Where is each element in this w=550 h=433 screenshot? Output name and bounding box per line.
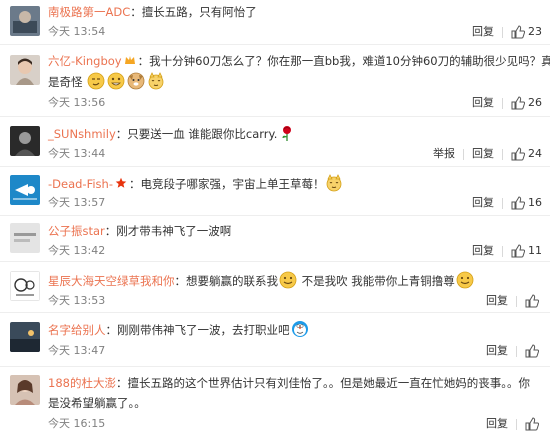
username[interactable]: 六亿-Kingboy: [48, 54, 122, 68]
thumbs-up-icon: [511, 147, 525, 161]
timestamp: 今天 13:44: [48, 147, 106, 160]
star-badge-icon: [115, 177, 127, 189]
reply-button[interactable]: 回复: [472, 244, 494, 258]
thumbs-up-icon: [525, 417, 539, 431]
username[interactable]: 南极路第一ADC: [48, 5, 130, 19]
timestamp: 今天 13:53: [48, 294, 106, 307]
thumbs-up-icon: [525, 294, 539, 308]
comment-text: ：只要送一血 谁能跟你比carry.: [115, 127, 278, 141]
comment-text: ：刚刚带伟神飞了一波，去打职业吧: [105, 323, 290, 337]
like-count: 23: [528, 25, 542, 38]
comment-text: ：擅长五路的这个世界估计只有刘佳怡了。。但是她最近一直在忙她妈的丧事。。你: [115, 376, 530, 390]
comment-text: ：刚才带韦神飞了一波啊: [104, 224, 232, 238]
avatar[interactable]: [10, 271, 40, 301]
reply-button[interactable]: 回复: [486, 294, 508, 308]
smile-emoji-icon: [279, 271, 297, 289]
action-divider: [502, 197, 503, 209]
crown-badge-icon: [124, 54, 136, 66]
reply-button[interactable]: 回复: [472, 147, 494, 161]
like-button[interactable]: 11: [511, 244, 542, 258]
action-divider: [502, 148, 503, 160]
comment-text-continued: 是没希望躺赢了。。: [48, 396, 146, 410]
like-count: 26: [528, 96, 542, 109]
comment-text-continued: 是奇怪: [48, 75, 83, 89]
like-button[interactable]: [525, 294, 542, 308]
username[interactable]: 名字给别人: [48, 323, 106, 337]
comment-item: 六亿-Kingboy ：我十分钟60刀怎么了？你在那一直bb我，难道10分钟60刀…: [0, 45, 550, 115]
reply-button[interactable]: 回复: [472, 196, 494, 210]
avatar[interactable]: [10, 223, 40, 253]
comment-text-continued: 不是我吹 我能带你上青铜撸尊: [298, 274, 455, 288]
like-count: 24: [528, 147, 542, 160]
smile-emoji-icon: [456, 271, 474, 289]
timestamp: 今天 13:54: [48, 25, 106, 38]
reply-button[interactable]: 回复: [472, 25, 494, 39]
comment-text: ：我十分钟60刀怎么了？你在那一直bb我，难道10分钟60刀的辅助很少见吗？真: [137, 54, 550, 68]
rose-icon: [278, 124, 296, 142]
avatar[interactable]: [10, 55, 40, 85]
action-divider: [463, 148, 464, 160]
thumbs-up-icon: [511, 96, 525, 110]
like-button[interactable]: 16: [511, 196, 542, 210]
timestamp: 今天 13:42: [48, 244, 106, 257]
like-count: 16: [528, 196, 542, 209]
username[interactable]: 188的杜大澎: [48, 376, 116, 390]
like-button[interactable]: 23: [511, 25, 542, 39]
action-divider: [516, 418, 517, 430]
avatar[interactable]: [10, 375, 40, 405]
avatar[interactable]: [10, 126, 40, 156]
reply-button[interactable]: 回复: [486, 344, 508, 358]
cat-emoji-icon: [147, 72, 165, 90]
action-divider: [502, 245, 503, 257]
avatar[interactable]: [10, 175, 40, 205]
like-button[interactable]: [525, 417, 542, 431]
like-button[interactable]: [525, 344, 542, 358]
doraemon-emoji-icon: [291, 320, 309, 338]
comment-item: 名字给别人：刚刚带伟神飞了一波，去打职业吧 今天 13:47 回复: [0, 313, 550, 365]
thumbs-up-icon: [525, 344, 539, 358]
comment-item: 188的杜大澎：擅长五路的这个世界估计只有刘佳怡了。。但是她最近一直在忙她妈的丧…: [0, 367, 550, 433]
reply-button[interactable]: 回复: [472, 96, 494, 110]
username[interactable]: 公子振star: [48, 224, 105, 238]
username[interactable]: 星辰大海天空绿草我和你: [48, 274, 175, 288]
comment-text: ：想要躺赢的联系我: [174, 274, 279, 288]
username[interactable]: -Dead-Fish-: [48, 177, 113, 191]
thumbs-up-icon: [511, 25, 525, 39]
doge-emoji-icon: [127, 72, 145, 90]
comment-item: 星辰大海天空绿草我和你：想要躺赢的联系我 不是我吹 我能带你上青铜撸尊 今天 1…: [0, 262, 550, 311]
reply-button[interactable]: 回复: [486, 417, 508, 431]
thumbs-up-icon: [511, 244, 525, 258]
smirk-emoji-icon: [87, 72, 105, 90]
avatar[interactable]: [10, 6, 40, 36]
like-count: 11: [528, 244, 542, 257]
action-divider: [516, 295, 517, 307]
action-divider: [502, 97, 503, 109]
like-button[interactable]: 26: [511, 96, 542, 110]
timestamp: 今天 16:15: [48, 417, 106, 430]
comment-item: -Dead-Fish- ：电竞段子哪家强，宇宙上单王草莓！ 今天 13:57 回复…: [0, 167, 550, 214]
action-divider: [502, 26, 503, 38]
username[interactable]: _SUNshmily: [48, 127, 116, 141]
action-divider: [516, 345, 517, 357]
report-button[interactable]: 举报: [433, 147, 455, 161]
comment-item: 公子振star：刚才带韦神飞了一波啊 今天 13:42 回复 11: [0, 216, 550, 260]
comment-text: ：擅长五路，只有阿怡了: [130, 5, 257, 19]
timestamp: 今天 13:56: [48, 96, 106, 109]
avatar[interactable]: [10, 322, 40, 352]
comment-item: 南极路第一ADC：擅长五路，只有阿怡了 今天 13:54 回复 23: [0, 0, 550, 42]
timestamp: 今天 13:57: [48, 196, 106, 209]
comment-item: _SUNshmily：只要送一血 谁能跟你比carry. 今天 13:44 举报…: [0, 117, 550, 165]
thumbs-up-icon: [511, 196, 525, 210]
comment-text: ：电竞段子哪家强，宇宙上单王草莓！: [128, 177, 325, 191]
timestamp: 今天 13:47: [48, 344, 106, 357]
grin-emoji-icon: [107, 72, 125, 90]
like-button[interactable]: 24: [511, 147, 542, 161]
cat-emoji-icon: [325, 174, 343, 192]
